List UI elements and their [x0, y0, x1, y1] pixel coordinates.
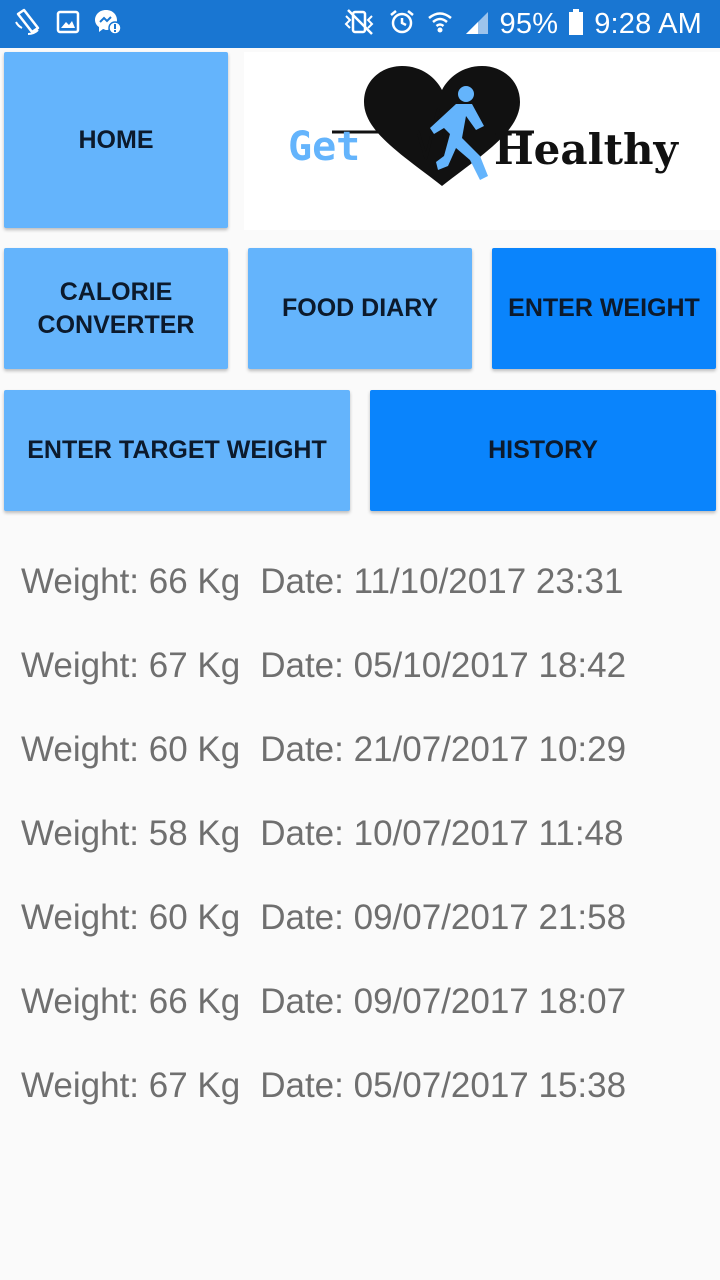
history-date: Date: 05/07/2017 15:38: [260, 1066, 627, 1105]
battery-percent: 95%: [499, 7, 559, 40]
history-date: Date: 05/10/2017 18:42: [260, 646, 627, 685]
history-entry: Weight: 60 Kg Date: 09/07/2017 21:58: [21, 876, 711, 960]
history-entry: Weight: 60 Kg Date: 21/07/2017 10:29: [21, 708, 711, 792]
enter-weight-button[interactable]: ENTER WEIGHT: [492, 248, 716, 369]
food-diary-button[interactable]: FOOD DIARY: [248, 248, 472, 369]
logo-word-healthy: Healthy: [494, 125, 680, 174]
home-button[interactable]: HOME: [4, 52, 228, 228]
logo-word-get: Get: [288, 124, 360, 170]
wifi-icon: [426, 8, 454, 41]
notification-icons: [14, 8, 122, 40]
battery-icon: [568, 8, 584, 41]
history-weight: Weight: 67 Kg: [21, 646, 241, 685]
mute-icon: [342, 8, 378, 41]
messenger-icon: [94, 8, 122, 41]
signal-icon: [464, 8, 490, 41]
history-date: Date: 09/07/2017 21:58: [260, 898, 627, 937]
history-entry: Weight: 67 Kg Date: 05/07/2017 15:38: [21, 1044, 711, 1128]
calorie-converter-button[interactable]: CALORIE CONVERTER: [4, 248, 228, 369]
history-entry: Weight: 66 Kg Date: 11/10/2017 23:31: [21, 540, 711, 624]
logo-graphic: Get Healthy: [288, 66, 680, 186]
history-date: Date: 09/07/2017 18:07: [260, 982, 627, 1021]
history-weight: Weight: 67 Kg: [21, 1066, 241, 1105]
history-date: Date: 10/07/2017 11:48: [260, 814, 624, 853]
history-weight: Weight: 58 Kg: [21, 814, 241, 853]
weight-history-list: Weight: 66 Kg Date: 11/10/2017 23:31 Wei…: [21, 540, 711, 1128]
history-date: Date: 11/10/2017 23:31: [260, 562, 624, 601]
image-icon: [56, 10, 80, 39]
history-entry: Weight: 66 Kg Date: 09/07/2017 18:07: [21, 960, 711, 1044]
enter-target-weight-button[interactable]: ENTER TARGET WEIGHT: [4, 390, 350, 511]
system-status: 95% 9:28 AM: [342, 0, 702, 48]
history-weight: Weight: 66 Kg: [21, 562, 241, 601]
history-entry: Weight: 67 Kg Date: 05/10/2017 18:42: [21, 624, 711, 708]
history-weight: Weight: 60 Kg: [21, 898, 241, 937]
get-healthy-logo: Get Healthy: [244, 52, 720, 230]
history-button[interactable]: HISTORY: [370, 390, 716, 511]
clock: 9:28 AM: [594, 7, 702, 40]
status-bar: 95% 9:28 AM: [0, 0, 720, 48]
history-date: Date: 21/07/2017 10:29: [260, 730, 627, 769]
history-weight: Weight: 60 Kg: [21, 730, 241, 769]
alarm-icon: [388, 8, 416, 41]
vibrate-phone-icon: [14, 8, 42, 41]
history-weight: Weight: 66 Kg: [21, 982, 241, 1021]
history-entry: Weight: 58 Kg Date: 10/07/2017 11:48: [21, 792, 711, 876]
